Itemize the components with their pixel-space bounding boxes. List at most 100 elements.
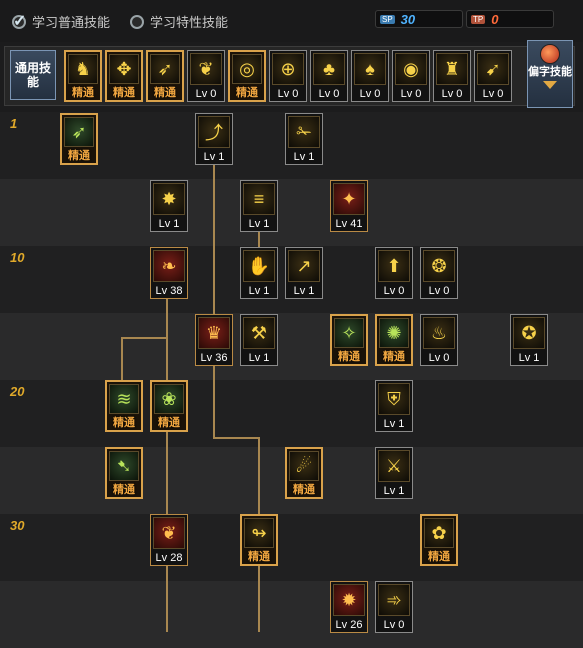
skill-slot[interactable]: ✁ Lv 1 xyxy=(285,113,323,165)
tree-row xyxy=(0,514,583,581)
skill-slot[interactable]: ◎ 精通 xyxy=(228,50,266,102)
skill-level-label: 精通 xyxy=(383,351,405,363)
palm-strike-icon: ✋ xyxy=(243,250,275,282)
skill-slot[interactable]: ✸ Lv 1 xyxy=(150,180,188,232)
skill-level-label: Lv 1 xyxy=(383,485,405,497)
kick-icon: ➶ xyxy=(150,54,180,84)
skill-level-label: Lv 0 xyxy=(277,88,299,100)
skill-slot[interactable]: ♜ Lv 0 xyxy=(433,50,471,102)
skill-slot[interactable]: ⬆ Lv 0 xyxy=(375,247,413,299)
chevron-down-icon xyxy=(543,81,557,89)
sp-value: 30 xyxy=(400,11,416,27)
tree-connector xyxy=(166,293,168,632)
skill-level-label: Lv 41 xyxy=(335,218,363,230)
bloom-icon: ✿ xyxy=(424,518,454,548)
radio-checked-icon: ✓ xyxy=(12,12,27,30)
skill-slot[interactable]: ♣ Lv 0 xyxy=(310,50,348,102)
skill-slot[interactable]: ↗ Lv 1 xyxy=(285,247,323,299)
skill-tree: 1 10 20 30 xyxy=(0,112,583,648)
radio-learn-special-label: 学习特性技能 xyxy=(150,15,229,30)
skill-slot[interactable]: ✋ Lv 1 xyxy=(240,247,278,299)
assault-icon: ⚔ xyxy=(378,450,410,482)
skill-slot[interactable]: ❀ 精通 xyxy=(150,380,188,432)
skill-slot[interactable]: ✧ 精通 xyxy=(330,314,368,366)
skill-slot[interactable]: ♨ Lv 0 xyxy=(420,314,458,366)
skill-level-label: Lv 38 xyxy=(155,285,183,297)
skill-slot[interactable]: ➾ Lv 0 xyxy=(375,581,413,633)
skill-level-label: Lv 1 xyxy=(518,352,540,364)
skill-level-label: Lv 1 xyxy=(293,151,315,163)
skill-slot[interactable]: ✦ Lv 41 xyxy=(330,180,368,232)
skill-level-label: Lv 1 xyxy=(248,285,270,297)
skill-slot[interactable]: ❂ Lv 0 xyxy=(420,247,458,299)
radio-learn-special[interactable]: 学习特性技能 xyxy=(130,12,228,31)
tree-connector xyxy=(213,437,259,439)
skill-slot[interactable]: ✿ 精通 xyxy=(420,514,458,566)
skill-slot[interactable]: ❦ Lv 28 xyxy=(150,514,188,566)
skill-slot[interactable]: ✥ 精通 xyxy=(105,50,143,102)
skill-slot[interactable]: ◉ Lv 0 xyxy=(392,50,430,102)
skill-slot[interactable]: ➷ 精通 xyxy=(105,447,143,499)
skill-slot[interactable]: ↬ 精通 xyxy=(240,514,278,566)
wind-kick-icon: ➶ xyxy=(64,117,94,147)
skill-slot[interactable]: ⛨ Lv 1 xyxy=(375,380,413,432)
skill-slot[interactable]: ➹ Lv 0 xyxy=(474,50,512,102)
tree-row xyxy=(0,581,583,648)
burst-icon: ✸ xyxy=(153,183,185,215)
spear-icon: ↗ xyxy=(288,250,320,282)
skill-slot[interactable]: ♞ 精通 xyxy=(64,50,102,102)
skill-level-label: 精通 xyxy=(68,150,90,162)
skill-slot[interactable]: ➶ 精通 xyxy=(60,113,98,165)
skill-level-label: 精通 xyxy=(113,417,135,429)
whirlwind-icon: ≋ xyxy=(109,384,139,414)
skill-level-label: Lv 1 xyxy=(203,151,225,163)
skill-level-label: Lv 0 xyxy=(441,88,463,100)
skill-level-label: 精通 xyxy=(293,484,315,496)
level-marker: 20 xyxy=(10,384,25,399)
skill-slot[interactable]: ☄ 精通 xyxy=(285,447,323,499)
shield-icon: ⛨ xyxy=(378,383,410,415)
dash-icon: ≡ xyxy=(243,183,275,215)
radio-learn-normal[interactable]: ✓ 学习普通技能 xyxy=(12,12,110,31)
tree-connector xyxy=(121,337,167,339)
level-marker: 1 xyxy=(10,116,18,131)
skill-slot[interactable]: ♛ Lv 36 xyxy=(195,314,233,366)
hook-icon: ↬ xyxy=(244,518,274,548)
lotus-icon: ✥ xyxy=(109,54,139,84)
sp-tag: SP xyxy=(380,14,395,24)
sp-counter: SP 30 xyxy=(375,10,463,28)
skill-slot[interactable]: ⚒ Lv 1 xyxy=(240,314,278,366)
rise-icon: ⬆ xyxy=(378,250,410,282)
skill-level-label: Lv 0 xyxy=(359,88,381,100)
skill-slot[interactable]: ⚔ Lv 1 xyxy=(375,447,413,499)
skill-slot[interactable]: ➶ 精通 xyxy=(146,50,184,102)
tree-row xyxy=(0,313,583,380)
hammer-icon: ⚒ xyxy=(243,317,275,349)
steam-icon: ♨ xyxy=(423,317,455,349)
skill-slot[interactable]: ✹ Lv 26 xyxy=(330,581,368,633)
skill-slot[interactable]: ⊕ Lv 0 xyxy=(269,50,307,102)
skill-level-label: 精通 xyxy=(72,87,94,99)
skill-slot[interactable]: ⤴ Lv 1 xyxy=(195,113,233,165)
tree-row xyxy=(0,179,583,246)
skill-slot[interactable]: ✪ Lv 1 xyxy=(510,314,548,366)
gun-blast-icon: ✦ xyxy=(333,183,365,215)
skill-slot[interactable]: ♠ Lv 0 xyxy=(351,50,389,102)
skill-level-label: 精通 xyxy=(113,484,135,496)
skill-slot[interactable]: ≋ 精通 xyxy=(105,380,143,432)
skill-level-label: 精通 xyxy=(338,351,360,363)
skill-slot[interactable]: ❦ Lv 0 xyxy=(187,50,225,102)
skill-level-label: Lv 0 xyxy=(383,619,405,631)
skill-slot[interactable]: ❧ Lv 38 xyxy=(150,247,188,299)
explosion-icon: ✹ xyxy=(333,584,365,616)
side-skills-label: 偏字技能 xyxy=(528,66,572,78)
tp-counter: TP 0 xyxy=(466,10,554,28)
skill-level-label: Lv 1 xyxy=(158,218,180,230)
radio-unchecked-icon xyxy=(130,14,144,29)
skill-slot[interactable]: ≡ Lv 1 xyxy=(240,180,278,232)
tp-value: 0 xyxy=(491,11,499,27)
wings-icon: ❦ xyxy=(190,53,222,85)
skill-slot[interactable]: ✺ 精通 xyxy=(375,314,413,366)
side-skills-button[interactable]: 偏字技能 xyxy=(527,40,573,108)
skill-level-label: 精通 xyxy=(154,87,176,99)
